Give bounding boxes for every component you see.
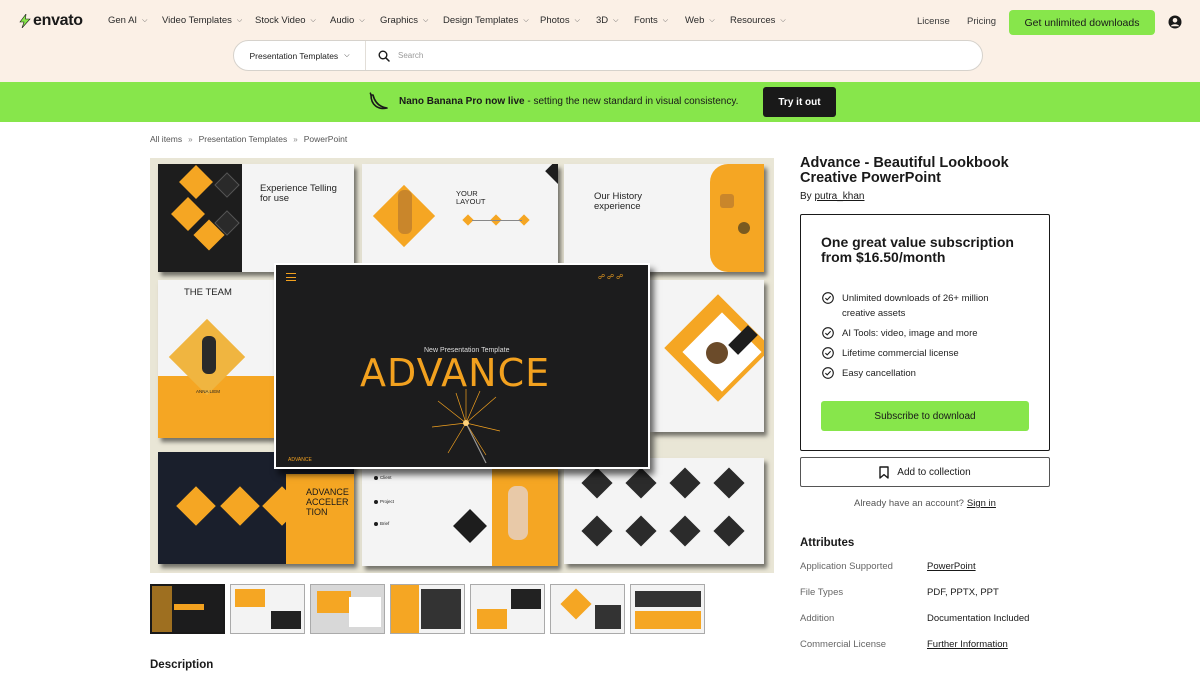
check-circle-icon [822,347,834,364]
chevron-down-icon: ⌵ [709,16,715,24]
slide-thumbnail [564,458,764,564]
leaf-icon [19,14,31,28]
chevron-down-icon: ⌵ [662,16,669,24]
feature-item: Easy cancellation [822,366,1022,381]
thumbnail-6[interactable] [550,584,625,634]
slide-label-project: Project [380,499,395,504]
banana-icon [368,91,390,118]
subscription-box: One great value subscription from $16.50… [800,214,1050,451]
check-circle-icon [822,327,834,344]
breadcrumb-powerpoint[interactable]: PowerPoint [304,134,347,144]
search-bar: Presentation Templates ⌵ [233,40,983,71]
attributes-heading: Attributes [800,537,855,549]
category-select[interactable]: Presentation Templates ⌵ [234,41,366,70]
check-circle-icon [822,292,834,309]
chevron-down-icon: ⌵ [344,51,350,59]
site-header: envato Gen AI ⌵ Video Templates ⌵ Stock Vi… [0,0,1200,82]
slide-label-client: Client [380,475,392,480]
slide-heading: Our History experience [594,191,643,213]
breadcrumb-presentation-templates[interactable]: Presentation Templates [199,134,288,144]
promo-banner: Nano Banana Pro now live - setting the n… [0,82,1200,122]
nav-item-photos[interactable]: Photos ⌵ [540,15,596,26]
sign-in-link[interactable]: Sign in [967,498,996,509]
product-title: Advance - Beautiful Lookbook Creative Po… [800,155,1009,186]
subscribe-to-download-button[interactable]: Subscribe to download [821,401,1029,431]
attribute-value-link[interactable]: PowerPoint [927,561,976,572]
attribute-value-link[interactable]: Further Information [927,639,1008,650]
thumbnail-1[interactable] [150,584,225,634]
chevron-down-icon: ⌵ [523,16,529,24]
feature-list: Unlimited downloads of 26+ million creat… [822,291,1022,386]
search-icon [378,50,390,62]
author-byline: By putra_khan [800,191,865,202]
nav-item-fonts[interactable]: Fonts ⌵ [634,15,685,26]
thumbnail-strip [150,584,705,634]
sparkler-graphic [431,389,501,464]
thumbnail-5[interactable] [470,584,545,634]
slide-heading: THE TEAM [184,287,232,298]
slide-thumbnail: Our History experience [564,164,764,272]
slide-thumbnail: Experience Telling for use [158,164,354,272]
chevron-down-icon: ⌵ [780,16,786,24]
description-heading: Description [150,659,214,671]
get-unlimited-downloads-button[interactable]: Get unlimited downloads [1009,10,1155,35]
nav-item-stock-video[interactable]: Stock Video ⌵ [255,15,330,26]
main-slide-label: ADVANCE [288,457,312,463]
logo-text: envato [33,12,83,29]
envato-logo[interactable]: envato [19,12,83,30]
nav-item-audio[interactable]: Audio ⌵ [330,15,380,26]
chevron-down-icon: ⌵ [359,16,365,24]
feature-item: AI Tools: video, image and more [822,326,1022,341]
feature-item: Unlimited downloads of 26+ million creat… [822,291,1022,321]
slide-caption: ANNA LIEM [196,389,221,394]
author-link[interactable]: putra_khan [814,191,864,202]
check-circle-icon [822,367,834,384]
slide-icons: ☍ ☍ ☍ [598,274,624,281]
sign-in-prompt: Already have an account? Sign in [854,498,996,509]
search-input[interactable] [398,51,898,60]
slide-heading: Experience Telling for use [260,183,337,205]
slide-heading: ADVANCE ACCELER TION [306,487,349,517]
chevron-down-icon: ⌵ [613,16,619,24]
slide-thumbnail: THE TEAM ANNA LIEM [158,280,276,438]
nav-item-gen-ai[interactable]: Gen AI ⌵ [108,15,162,26]
license-link[interactable]: License [917,16,950,27]
slide-thumbnail: YOUR LAYOUT [362,164,558,272]
breadcrumb-separator-icon: » [293,134,298,144]
nav-item-design-templates[interactable]: Design Templates ⌵ [443,15,540,26]
thumbnail-3[interactable] [310,584,385,634]
chevron-down-icon: ⌵ [310,16,316,24]
slide-thumbnail: Client Project Brief [362,466,558,566]
nav-item-web[interactable]: Web ⌵ [685,15,730,26]
nav-item-video-templates[interactable]: Video Templates ⌵ [162,15,255,26]
nav-item-resources[interactable]: Resources ⌵ [730,15,790,26]
try-it-out-button[interactable]: Try it out [763,87,836,117]
pricing-link[interactable]: Pricing [967,16,996,27]
bookmark-icon [879,465,889,479]
add-to-collection-button[interactable]: Add to collection [800,457,1050,487]
breadcrumb-all-items[interactable]: All items [150,134,182,144]
breadcrumb-separator-icon: » [188,134,193,144]
subscription-heading: One great value subscription from $16.50… [821,234,1014,265]
slide-label-brief: Brief [380,521,390,526]
breadcrumb: All items » Presentation Templates » Pow… [150,134,347,144]
chevron-down-icon: ⌵ [423,16,429,24]
chevron-down-icon: ⌵ [236,16,243,24]
chevron-down-icon: ⌵ [574,16,580,24]
chevron-down-icon: ⌵ [142,16,148,24]
user-account-icon[interactable] [1168,15,1182,34]
main-nav: Gen AI ⌵ Video Templates ⌵ Stock Video ⌵ Au… [108,15,790,26]
main-slide: New Presentation Template ADVANCE ADVANC… [274,263,650,469]
thumbnail-2[interactable] [230,584,305,634]
feature-item: Lifetime commercial license [822,346,1022,361]
product-preview-image[interactable]: Experience Telling for use YOUR LAYOUT O… [150,158,774,573]
banner-message: Nano Banana Pro now live - setting the n… [399,96,739,107]
slide-thumbnail [650,280,764,432]
thumbnail-4[interactable] [390,584,465,634]
nav-item-3d[interactable]: 3D ⌵ [596,15,634,26]
slide-heading: YOUR LAYOUT [456,189,486,207]
thumbnail-7[interactable] [630,584,705,634]
nav-item-graphics[interactable]: Graphics ⌵ [380,15,443,26]
